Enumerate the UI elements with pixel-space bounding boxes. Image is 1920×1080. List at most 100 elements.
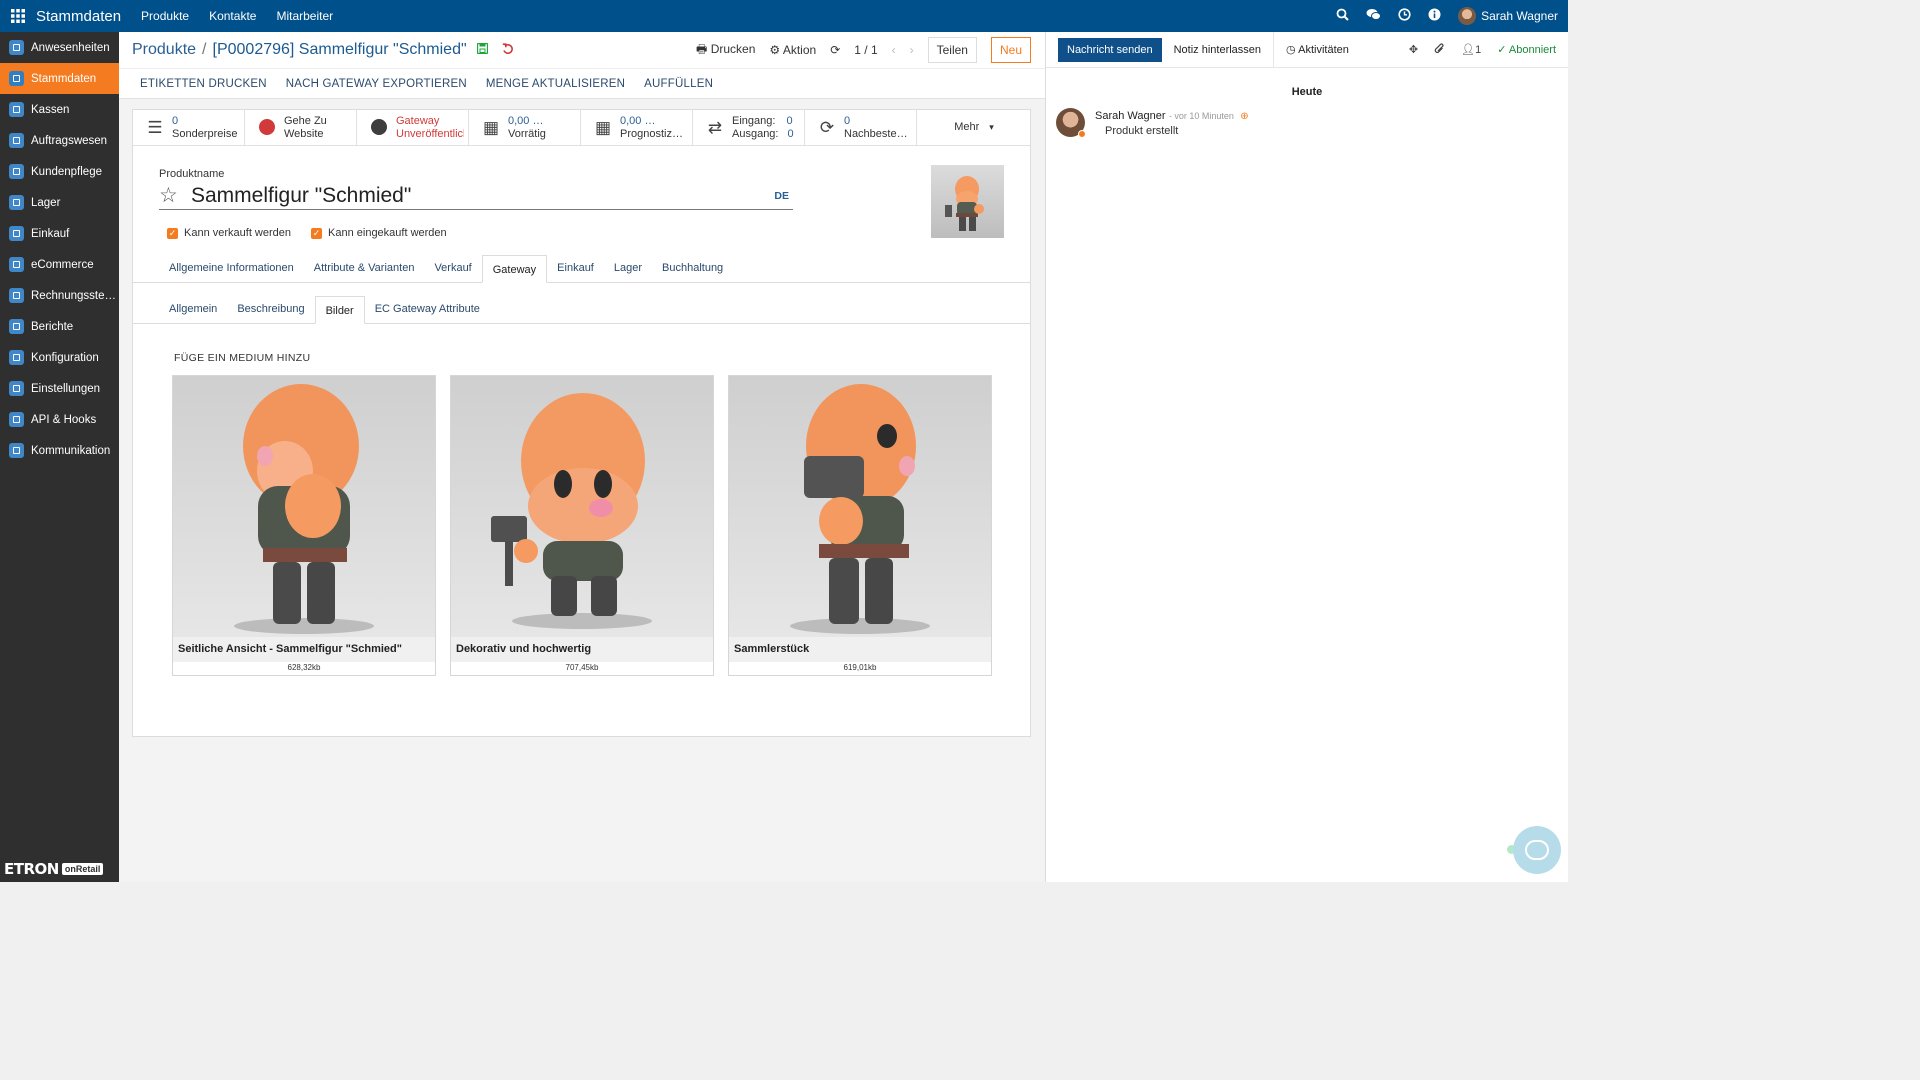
tab-allgemeine-informationen[interactable]: Allgemeine Informationen [159, 254, 304, 282]
activities-button[interactable]: ◷ Aktivitäten [1274, 32, 1361, 68]
product-thumbnail[interactable] [931, 165, 1004, 238]
subtab-bilder[interactable]: Bilder [314, 296, 365, 324]
export-gateway-button[interactable]: NACH GATEWAY EXPORTIEREN [286, 78, 467, 90]
paperclip-icon[interactable] [1434, 42, 1445, 58]
print-icon: 🖶 [696, 41, 708, 56]
add-media-button[interactable]: FÜGE EIN MEDIUM HINZU [174, 352, 310, 364]
pager-prev-icon[interactable]: ‹ [892, 43, 896, 57]
breadcrumb-separator: / [202, 41, 207, 58]
sidebar-item-label: Berichte [31, 320, 74, 333]
sidebar-item-kassen[interactable]: Kassen [0, 94, 119, 125]
product-image [173, 376, 435, 637]
sidebar-item-anwesenheiten[interactable]: Anwesenheiten [0, 32, 119, 63]
breadcrumb-current: [P0002796] Sammelfigur "Schmied" [212, 41, 467, 58]
send-message-button[interactable]: Nachricht senden [1058, 37, 1162, 62]
menu-mitarbeiter[interactable]: Mitarbeiter [276, 9, 333, 23]
log-note-button[interactable]: Notiz hinterlassen [1162, 31, 1275, 68]
image-card[interactable]: Sammlerstück 619,01kb [728, 375, 992, 676]
follow-button[interactable]: ✓ Abonniert [1497, 43, 1556, 56]
move-icon[interactable]: ✥ [1409, 43, 1418, 56]
language-button[interactable]: DE [774, 190, 793, 202]
sidebar-item-einkauf[interactable]: Einkauf [0, 218, 119, 249]
print-button[interactable]: 🖶 Drucken [696, 40, 755, 61]
apps-menu-icon[interactable] [0, 9, 36, 23]
favorite-star-icon[interactable]: ☆ [159, 183, 191, 208]
can-sell-label: Kann verkauft werden [184, 227, 292, 239]
date-separator: Heute [1291, 86, 1323, 98]
new-button[interactable]: Neu [990, 37, 1031, 63]
replenish-button[interactable]: AUFFÜLLEN [644, 78, 713, 90]
sidebar-item-konfiguration[interactable]: Konfiguration [0, 342, 119, 373]
search-icon[interactable] [1336, 8, 1349, 24]
sidebar-item-lager[interactable]: Lager [0, 187, 119, 218]
tab-einkauf[interactable]: Einkauf [547, 254, 604, 282]
can-buy-label: Kann eingekauft werden [328, 227, 447, 239]
chat-icon[interactable] [1366, 8, 1382, 24]
subtab-allgemein[interactable]: Allgemein [159, 295, 227, 323]
sidebar-item-einstellungen[interactable]: Einstellungen [0, 373, 119, 404]
tab-buchhaltung[interactable]: Buchhaltung [652, 254, 733, 282]
sidebar-item-label: Einstellungen [31, 382, 101, 395]
tab-verkauf[interactable]: Verkauf [424, 254, 481, 282]
gear-icon [9, 381, 24, 396]
menu-produkte[interactable]: Produkte [141, 9, 189, 23]
image-caption: Sammlerstück [729, 637, 991, 662]
pager-value[interactable]: 1 / 1 [854, 43, 877, 57]
menu-kontakte[interactable]: Kontakte [209, 9, 256, 23]
form-sheet: ☰ 0 Sonderpreise Gehe Zu Website Gateway Un… [132, 109, 1031, 737]
register-icon [9, 102, 24, 117]
tab-attribute-varianten[interactable]: Attribute & Varianten [304, 254, 425, 282]
sidebar-item-rechnungsstellung[interactable]: Rechnungsste… [0, 280, 119, 311]
print-labels-button[interactable]: ETIKETTEN DRUCKEN [140, 78, 267, 90]
product-name-value[interactable]: Sammelfigur "Schmied" [191, 184, 411, 208]
subtab-ec-gateway-attribute[interactable]: EC Gateway Attribute [365, 295, 490, 323]
image-card[interactable]: Dekorativ und hochwertig 707,45kb [450, 375, 714, 676]
tab-gateway[interactable]: Gateway [481, 255, 548, 283]
notebook-tabs: Allgemeine Informationen Attribute & Var… [133, 255, 1030, 283]
sidebar-item-stammdaten[interactable]: Stammdaten [0, 63, 119, 94]
info-icon[interactable] [1428, 8, 1441, 24]
cart-icon [9, 226, 24, 241]
check-icon: ✓ [311, 227, 323, 239]
followers-count: 1 [1475, 44, 1482, 56]
can-buy-checkbox[interactable]: ✓ Kann eingekauft werden [311, 227, 447, 239]
sidebar-item-kundenpflege[interactable]: Kundenpflege [0, 156, 119, 187]
followers-button[interactable]: 👤︎1 [1461, 43, 1481, 56]
avatar [1458, 7, 1477, 25]
chatter-topbar: Nachricht senden Notiz hinterlassen ◷ Ak… [1046, 31, 1568, 68]
status-dot [1078, 130, 1086, 138]
app-title: Stammdaten [36, 7, 122, 25]
sidebar-item-kommunikation[interactable]: Kommunikation [0, 435, 119, 466]
users-icon [9, 164, 24, 179]
update-quantity-button[interactable]: MENGE AKTUALISIEREN [486, 78, 625, 90]
share-button[interactable]: Teilen [927, 37, 977, 63]
livechat-icon[interactable] [1513, 826, 1561, 874]
sidebar-item-berichte[interactable]: Berichte [0, 311, 119, 342]
sidebar-item-auftragswesen[interactable]: Auftragswesen [0, 125, 119, 156]
sidebar-item-label: Konfiguration [31, 351, 99, 364]
product-name-field[interactable]: ☆ Sammelfigur "Schmied" DE [159, 182, 793, 210]
add-icon[interactable]: ⊕ [1240, 111, 1248, 122]
action-button[interactable]: ⚙ Aktion [769, 43, 816, 57]
subtab-beschreibung[interactable]: Beschreibung [227, 295, 314, 323]
breadcrumb-parent[interactable]: Produkte [132, 41, 196, 59]
can-sell-checkbox[interactable]: ✓ Kann verkauft werden [167, 227, 291, 239]
image-size: 707,45kb [565, 663, 599, 672]
discard-icon[interactable] [502, 42, 514, 58]
sidebar-item-api-hooks[interactable]: API & Hooks [0, 404, 119, 435]
save-icon[interactable] [476, 42, 488, 57]
clock-icon[interactable] [1398, 8, 1411, 24]
user-menu[interactable]: Sarah Wagner [1458, 7, 1558, 25]
tab-lager[interactable]: Lager [604, 254, 652, 282]
top-navbar: Stammdaten Produkte Kontakte Mitarbeiter… [0, 0, 1568, 32]
image-card[interactable]: Seitliche Ansicht - Sammelfigur "Schmied… [172, 375, 436, 676]
action-label: Aktion [782, 43, 817, 57]
user-icon: 👤︎ [1461, 44, 1476, 56]
message-author[interactable]: Sarah Wagner [1095, 110, 1166, 122]
sidebar-item-label: Kassen [31, 103, 70, 116]
main-content: Produkte / [P0002796] Sammelfigur "Schmi… [119, 32, 1045, 882]
dashboard-icon [9, 319, 24, 334]
pager-next-icon[interactable]: › [910, 43, 914, 57]
sidebar-item-ecommerce[interactable]: eCommerce [0, 249, 119, 280]
reload-icon[interactable]: ⟳ [830, 43, 840, 57]
